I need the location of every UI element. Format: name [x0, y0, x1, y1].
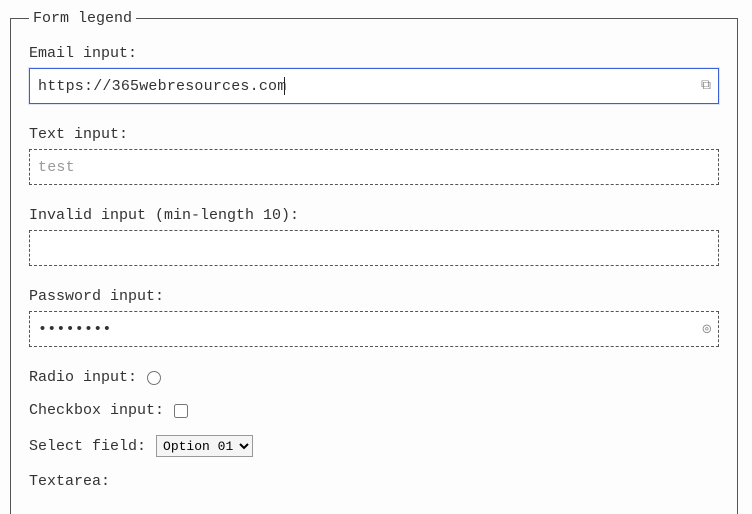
select-label: Select field:: [29, 438, 146, 455]
password-field[interactable]: [29, 311, 719, 347]
text-field[interactable]: [29, 149, 719, 185]
email-label: Email input:: [29, 45, 719, 62]
text-label: Text input:: [29, 126, 719, 143]
radio-input[interactable]: [147, 371, 161, 385]
email-field[interactable]: [29, 68, 719, 104]
form-legend: Form legend: [29, 10, 136, 27]
form-fieldset: Form legend Email input: ⧉ Text input: I…: [10, 10, 738, 514]
checkbox-label: Checkbox input:: [29, 402, 164, 419]
text-input-wrap: [29, 149, 719, 185]
select-field[interactable]: Option 01: [156, 435, 253, 457]
password-input-wrap: ◎: [29, 311, 719, 347]
textarea-label: Textarea:: [29, 473, 719, 490]
radio-label: Radio input:: [29, 369, 137, 386]
invalid-label: Invalid input (min-length 10):: [29, 207, 719, 224]
invalid-field[interactable]: [29, 230, 719, 266]
checkbox-input[interactable]: [174, 404, 188, 418]
password-label: Password input:: [29, 288, 719, 305]
email-input-wrap: ⧉: [29, 68, 719, 104]
invalid-input-wrap: [29, 230, 719, 266]
